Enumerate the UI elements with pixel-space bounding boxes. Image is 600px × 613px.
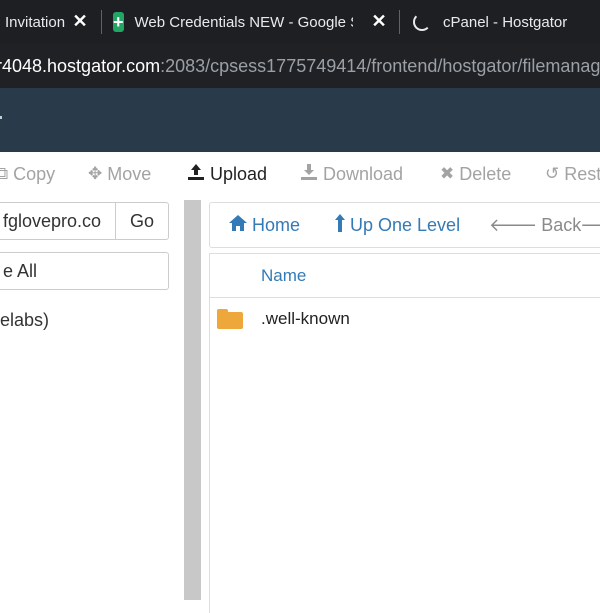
folder-icon (217, 309, 243, 329)
table-row[interactable]: .well-known (210, 299, 600, 339)
arrow-left-icon: 🡐 (489, 214, 538, 235)
home-button[interactable]: Home (228, 203, 300, 247)
file-list-pane: Home Up One Level 🡐 Back 🡒 Name .well-kn… (202, 196, 600, 613)
download-icon (300, 163, 318, 186)
restore-button[interactable]: ↺ Rest (545, 152, 600, 196)
delete-button[interactable]: ✖ Delete (440, 152, 511, 196)
home-label: Home (252, 214, 301, 235)
url-host: r4048.hostgator.com (0, 56, 161, 76)
go-button[interactable]: Go (115, 202, 169, 240)
tree-root-item[interactable]: relabs) (0, 310, 49, 331)
delete-icon: ✖ (440, 164, 455, 183)
move-icon: ✥ (88, 164, 103, 183)
cpanel-header (0, 88, 600, 152)
google-sheets-icon: + (113, 12, 124, 32)
delete-label: Delete (459, 163, 512, 184)
directory-tree-pane: fglovepro.co Go e All relabs) (0, 196, 184, 600)
forward-button[interactable]: 🡒 (580, 203, 600, 247)
tab-separator (101, 10, 102, 34)
up-one-level-button[interactable]: Up One Level (334, 203, 460, 247)
file-name: .well-known (261, 309, 350, 328)
up-one-level-label: Up One Level (350, 214, 461, 235)
tab-close-icon[interactable]: ✕ (367, 9, 391, 33)
restore-label: Rest (564, 163, 600, 184)
move-button[interactable]: ✥ Move (88, 152, 151, 196)
download-label: Download (323, 163, 404, 184)
restore-icon: ↺ (545, 164, 560, 183)
copy-label: Copy (13, 163, 56, 184)
tab-separator (399, 10, 400, 34)
copy-button[interactable]: ⧉ Copy (0, 152, 55, 196)
header-mark (0, 116, 2, 119)
address-bar[interactable]: r4048.hostgator.com:2083/cpsess177574941… (0, 44, 600, 88)
move-label: Move (107, 163, 152, 184)
tab-web-credentials[interactable]: + Web Credentials NEW - Google S (113, 0, 353, 44)
collapse-all-button[interactable]: e All (0, 252, 169, 290)
tab-invitation[interactable]: Invitation (5, 0, 67, 44)
navigation-bar: Home Up One Level 🡐 Back 🡒 (209, 202, 600, 248)
tab-title: cPanel - Hostgator (443, 13, 568, 31)
upload-button[interactable]: Upload (187, 152, 267, 196)
upload-label: Upload (210, 163, 268, 184)
tab-cpanel[interactable]: cPanel - Hostgator (413, 0, 600, 44)
tab-close-icon[interactable]: ✕ (68, 9, 92, 33)
home-icon (228, 214, 248, 237)
pane-splitter[interactable] (184, 200, 201, 600)
tab-title: Web Credentials NEW - Google S (134, 13, 353, 31)
download-button[interactable]: Download (300, 152, 403, 196)
copy-icon: ⧉ (0, 164, 9, 183)
file-table: Name .well-known (209, 253, 600, 613)
table-header: Name (210, 254, 600, 298)
loading-spinner-icon (413, 13, 431, 31)
url-path: :2083/cpsess1775749414/frontend/hostgato… (160, 56, 600, 76)
upload-icon (187, 163, 205, 186)
level-up-icon (334, 213, 346, 238)
file-manager-toolbar: ⧉ Copy ✥ Move Upload Download ✖ Delete ↺… (0, 152, 600, 196)
tab-title: Invitation (5, 13, 66, 31)
back-label: Back (541, 214, 582, 235)
column-header-name[interactable]: Name (261, 254, 306, 298)
url-text[interactable]: r4048.hostgator.com:2083/cpsess177574941… (0, 44, 600, 88)
browser-tab-strip: Invitation ✕ + Web Credentials NEW - Goo… (0, 0, 600, 44)
arrow-right-icon: 🡒 (580, 215, 600, 236)
directory-input[interactable]: fglovepro.co (0, 202, 116, 240)
back-button[interactable]: 🡐 Back (489, 203, 581, 247)
